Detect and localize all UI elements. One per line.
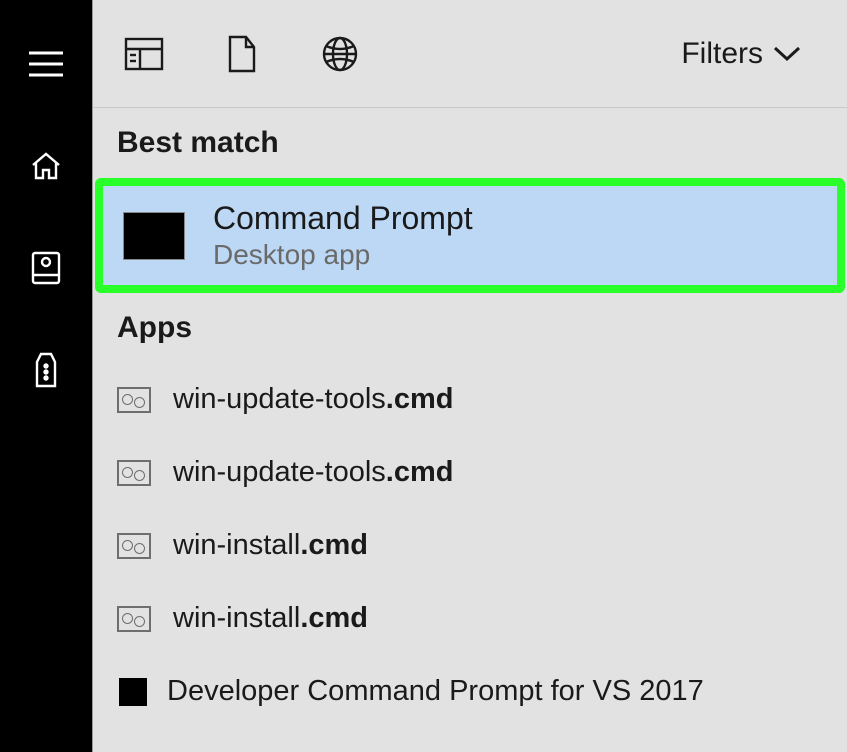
app-result[interactable]: win-update-tools.cmd <box>93 363 847 436</box>
home-icon[interactable] <box>26 146 66 186</box>
filters-label: Filters <box>681 37 763 71</box>
apps-filter-icon[interactable] <box>123 33 165 75</box>
app-result[interactable]: win-update-tools.cmd <box>93 436 847 509</box>
cmd-file-icon <box>117 533 151 559</box>
best-match-header: Best match <box>93 108 847 178</box>
app-title: win-install.cmd <box>173 529 368 562</box>
filters-button[interactable]: Filters <box>681 37 817 71</box>
apps-header: Apps <box>93 293 847 363</box>
result-title: Command Prompt <box>213 200 473 237</box>
highlight-annotation: Command Prompt Desktop app <box>95 178 845 293</box>
cmd-file-icon <box>117 387 151 413</box>
app-title: win-update-tools.cmd <box>173 456 453 489</box>
app-title: win-install.cmd <box>173 602 368 635</box>
timeline-icon[interactable] <box>26 248 66 288</box>
toolbar: Filters <box>93 0 847 108</box>
web-filter-icon[interactable] <box>319 33 361 75</box>
app-result[interactable]: win-install.cmd <box>93 582 847 655</box>
result-subtitle: Desktop app <box>213 239 473 271</box>
best-match-result[interactable]: Command Prompt Desktop app <box>103 186 837 285</box>
result-labels: Command Prompt Desktop app <box>213 200 473 271</box>
documents-filter-icon[interactable] <box>221 33 263 75</box>
app-title: Developer Command Prompt for VS 2017 <box>167 675 704 708</box>
results-content: Best match Command Prompt Desktop app Ap… <box>93 108 847 752</box>
cmd-file-icon <box>117 606 151 632</box>
left-rail <box>0 0 92 752</box>
search-panel: Filters Best match Command Prompt Deskto… <box>92 0 847 752</box>
app-title: win-update-tools.cmd <box>173 383 453 416</box>
app-result[interactable]: Developer Command Prompt for VS 2017 <box>93 655 847 728</box>
chevron-down-icon <box>773 46 801 62</box>
remote-icon[interactable] <box>26 350 66 390</box>
menu-icon[interactable] <box>26 44 66 84</box>
command-prompt-icon <box>123 212 185 260</box>
app-result[interactable]: win-install.cmd <box>93 509 847 582</box>
command-prompt-icon <box>119 678 147 706</box>
cmd-file-icon <box>117 460 151 486</box>
apps-list: win-update-tools.cmd win-update-tools.cm… <box>93 363 847 728</box>
